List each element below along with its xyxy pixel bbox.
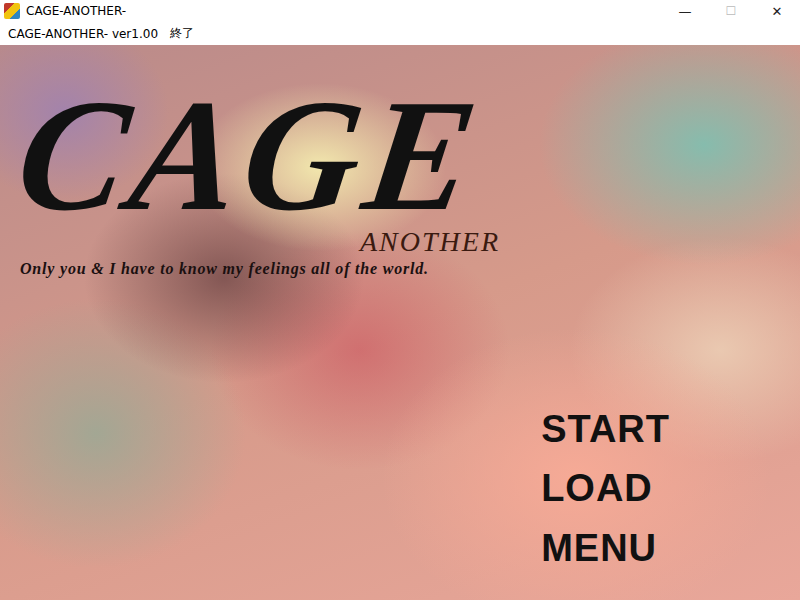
title-bar: CAGE-ANOTHER-—☐✕ — [0, 0, 800, 22]
tagline: Only you & I have to know my feelings al… — [20, 260, 429, 278]
title-menu-item[interactable]: LOAD — [541, 468, 670, 510]
window-control-button[interactable]: ☐ — [708, 0, 754, 22]
window-control-button[interactable]: ✕ — [754, 0, 800, 22]
menu-bar-item[interactable]: CAGE-ANOTHER- ver1.00 — [8, 27, 158, 41]
menu-bar: CAGE-ANOTHER- ver1.00 終了 — [0, 22, 800, 45]
title-screen: CAGEANOTHEROnly you & I have to know my … — [0, 45, 800, 600]
title-menu-item[interactable]: START — [541, 409, 670, 451]
app-icon — [4, 3, 20, 19]
window-control-button[interactable]: — — [662, 0, 708, 22]
menu-bar-item[interactable]: 終了 — [170, 25, 194, 42]
title-logo: CAGEANOTHEROnly you & I have to know my … — [0, 45, 500, 278]
title-menu: START LOAD MENU — [541, 409, 800, 600]
logo-text: CAGE — [9, 75, 491, 235]
window-controls: —☐✕ — [662, 0, 800, 22]
game-window: CAGE-ANOTHER-—☐✕CAGE-ANOTHER- ver1.00終了C… — [0, 0, 800, 600]
window-title: CAGE-ANOTHER- — [26, 4, 662, 18]
title-menu-item[interactable]: MENU — [541, 528, 670, 570]
